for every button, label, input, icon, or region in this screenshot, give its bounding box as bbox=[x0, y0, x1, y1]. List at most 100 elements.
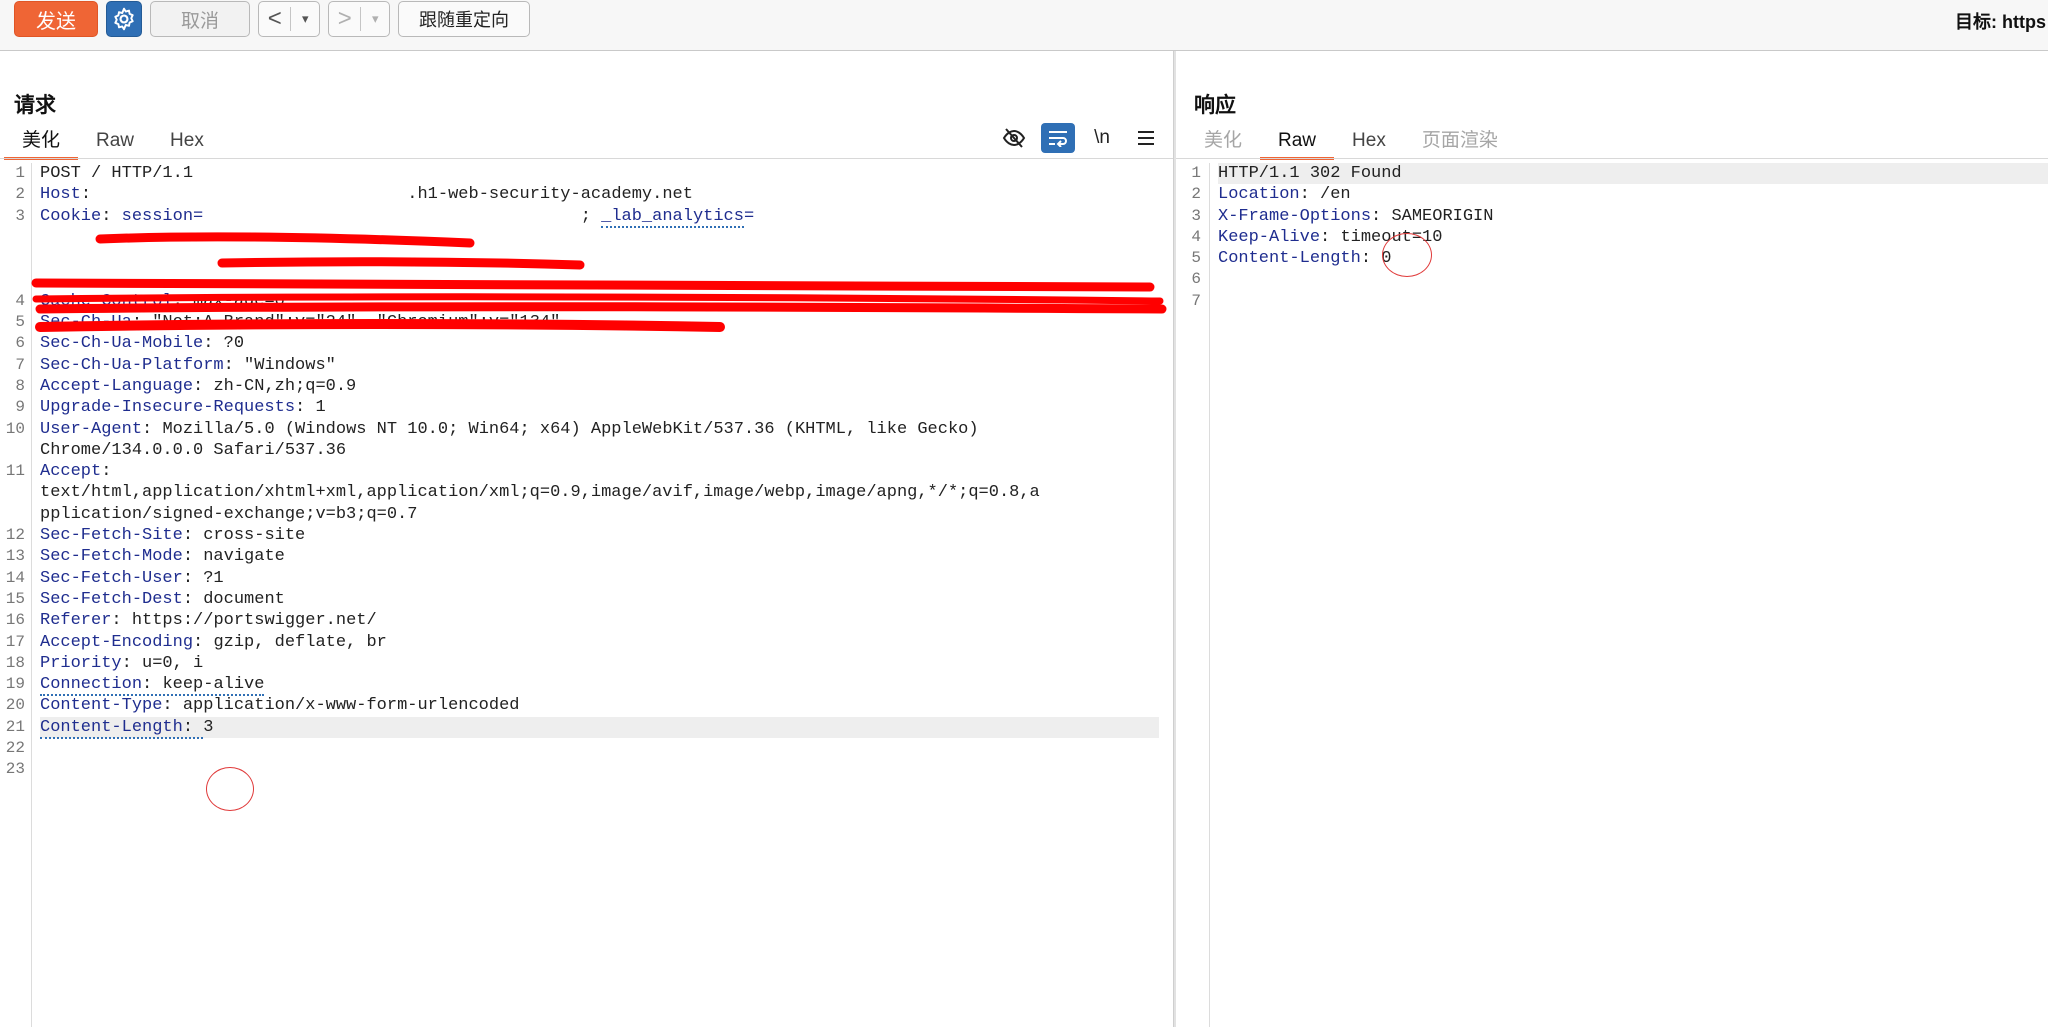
header-value: u=0, i bbox=[142, 653, 204, 673]
tab-underline bbox=[1176, 158, 2048, 159]
header-name: Referer bbox=[40, 611, 112, 631]
tab-raw[interactable]: Raw bbox=[78, 125, 152, 157]
request-line-text: POST / HTTP/1.1 bbox=[40, 164, 194, 183]
request-line-7: 7 Sec-Ch-Ua-Platform: "Windows" bbox=[0, 355, 1173, 376]
line-number: 3 bbox=[15, 206, 25, 225]
line-number: 5 bbox=[1191, 249, 1201, 268]
request-line-4: 4 Cache-Control: max-age=0 bbox=[0, 291, 1173, 312]
line-number: 15 bbox=[5, 589, 25, 608]
follow-redirect-button[interactable]: 跟随重定向 bbox=[398, 1, 530, 37]
header-name: Keep-Alive bbox=[1218, 227, 1321, 247]
header-name: Cache-Control bbox=[40, 291, 173, 311]
tab-pretty[interactable]: 美化 bbox=[4, 125, 79, 160]
back-button[interactable]: < ▾ bbox=[258, 1, 320, 37]
header-name: Content-Length bbox=[40, 717, 183, 737]
tab-render[interactable]: 页面渲染 bbox=[1404, 125, 1516, 157]
forward-history-dropdown-icon[interactable]: ▾ bbox=[361, 11, 389, 27]
line-number: 4 bbox=[15, 291, 25, 310]
header-sep: : bbox=[1320, 227, 1341, 247]
line-number: 10 bbox=[5, 419, 25, 438]
toolbar: 发送 取消 < ▾ > ▾ 跟随重定向 目标: https bbox=[0, 0, 2048, 51]
header-sep: : bbox=[182, 547, 204, 567]
header-name: Connection bbox=[40, 675, 143, 695]
header-sep: : bbox=[182, 589, 204, 609]
forward-button[interactable]: > ▾ bbox=[328, 1, 390, 37]
tab-hex[interactable]: Hex bbox=[1334, 125, 1404, 157]
header-sep: : bbox=[193, 376, 214, 396]
header-value: Mozilla/5.0 (Windows NT 10.0; Win64; x64… bbox=[162, 419, 979, 439]
line-number: 6 bbox=[1191, 270, 1201, 289]
hide-nonprintable-button[interactable] bbox=[997, 123, 1031, 153]
header-value: ?1 bbox=[203, 568, 224, 588]
cookie-session-name: session= bbox=[121, 206, 204, 226]
target-label[interactable]: 目标: https bbox=[1955, 8, 2046, 34]
header-name: Host bbox=[40, 185, 81, 205]
header-value: ?0 bbox=[223, 334, 245, 354]
wrap-lines-button[interactable] bbox=[1041, 123, 1075, 153]
header-name: Accept-Encoding bbox=[40, 632, 194, 652]
header-value: SAMEORIGIN bbox=[1391, 206, 1494, 226]
header-name: Content-Type bbox=[40, 696, 163, 716]
header-name: User-Agent bbox=[40, 419, 143, 439]
line-number: 5 bbox=[15, 313, 25, 332]
back-history-dropdown-icon[interactable]: ▾ bbox=[291, 11, 319, 27]
request-line-6: 6 Sec-Ch-Ua-Mobile: ?0 bbox=[0, 333, 1173, 354]
response-line-5: 5 Content-Length: 0 bbox=[1176, 248, 2048, 269]
request-line-12: 12 Sec-Fetch-Site: cross-site bbox=[0, 525, 1173, 546]
header-value-continuation: text/html,application/xhtml+xml,applicat… bbox=[40, 483, 1040, 503]
header-sep: : bbox=[131, 313, 153, 333]
redacted-session-value: XXXXXXXXXXXXXXXXXXXXXXXXXXXXXXXXXXXXX bbox=[203, 206, 580, 227]
request-line-11-cont: text/html,application/xhtml+xml,applicat… bbox=[0, 482, 1173, 503]
line-number: 7 bbox=[1191, 291, 1201, 310]
line-number: 17 bbox=[5, 632, 25, 651]
redacted-cookie-line bbox=[40, 248, 1173, 269]
header-name: Content-Length bbox=[1218, 249, 1361, 269]
response-title: 响应 bbox=[1194, 94, 1236, 117]
cancel-button[interactable]: 取消 bbox=[150, 1, 250, 37]
request-editor[interactable]: 1 POST / HTTP/1.1 2 Host: 0a00000000000000… bbox=[0, 163, 1173, 1027]
show-newlines-button[interactable]: \n bbox=[1085, 123, 1119, 153]
request-line-8: 8 Accept-Language: zh-CN,zh;q=0.9 bbox=[0, 376, 1173, 397]
line-number: 19 bbox=[5, 675, 25, 694]
cookie-lab-analytics-eq: = bbox=[743, 206, 755, 226]
request-line-10-cont: Chrome/134.0.0.0 Safari/537.36 bbox=[0, 440, 1173, 461]
header-name: Upgrade-Insecure-Requests bbox=[40, 398, 296, 418]
request-line-2: 2 Host: 0a0000000000000000000000000000.h1… bbox=[0, 184, 1173, 205]
cookie-lab-analytics-name: _lab_analytics bbox=[601, 206, 744, 228]
header-sep: : bbox=[142, 675, 163, 695]
header-name: Location bbox=[1218, 185, 1300, 205]
response-line-2: 2 Location: /en bbox=[1176, 184, 2048, 205]
request-line-3-cont bbox=[0, 248, 1173, 269]
line-number: 1 bbox=[15, 164, 25, 182]
response-editor[interactable]: 1 HTTP/1.1 302 Found 2 Location: /en 3 X-Fr… bbox=[1176, 163, 2048, 1027]
request-line-15: 15 Sec-Fetch-Dest: document bbox=[0, 589, 1173, 610]
header-sep: : bbox=[193, 632, 214, 652]
header-name: Accept bbox=[40, 462, 102, 482]
header-name: Sec-Fetch-Mode bbox=[40, 547, 183, 567]
tab-underline bbox=[0, 158, 1173, 159]
editor-menu-button[interactable] bbox=[1129, 123, 1163, 153]
line-number: 14 bbox=[5, 568, 25, 587]
line-number: 9 bbox=[15, 398, 25, 417]
header-value: max-age=0 bbox=[193, 291, 285, 311]
header-name: Sec-Ch-Ua-Mobile bbox=[40, 334, 204, 354]
tab-hex[interactable]: Hex bbox=[152, 125, 222, 157]
status-line: HTTP/1.1 302 Found bbox=[1218, 164, 1402, 183]
header-value-continuation: Chrome/134.0.0.0 Safari/537.36 bbox=[40, 440, 347, 460]
tab-raw[interactable]: Raw bbox=[1260, 125, 1335, 160]
settings-button[interactable] bbox=[106, 1, 142, 37]
header-name: Sec-Fetch-Dest bbox=[40, 589, 183, 609]
wrap-lines-icon bbox=[1049, 131, 1067, 147]
request-line-14: 14 Sec-Fetch-User: ?1 bbox=[0, 568, 1173, 589]
header-value: cross-site bbox=[203, 526, 306, 546]
tab-pretty[interactable]: 美化 bbox=[1186, 125, 1260, 157]
response-line-3: 3 X-Frame-Options: SAMEORIGIN bbox=[1176, 206, 2048, 227]
send-button[interactable]: 发送 bbox=[14, 1, 98, 37]
header-value: application/x-www-form-urlencoded bbox=[182, 696, 520, 716]
request-line-11-cont: pplication/signed-exchange;v=b3;q=0.7 bbox=[0, 504, 1173, 525]
line-number: 13 bbox=[5, 547, 25, 566]
request-line-22: 22 bbox=[0, 738, 1173, 759]
response-tabs: 美化 Raw Hex 页面渲染 bbox=[1186, 125, 1516, 160]
header-sep: : bbox=[142, 419, 163, 439]
header-name: Priority bbox=[40, 653, 122, 673]
